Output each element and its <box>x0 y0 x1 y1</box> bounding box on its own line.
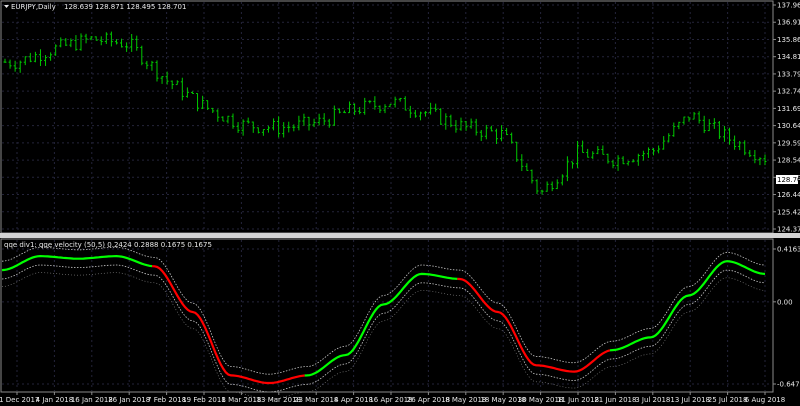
time-tick-label: 16 Jan 2018 <box>71 396 113 404</box>
price-tick-label: 137.960 <box>777 2 800 10</box>
time-tick-label: 7 Feb 2018 <box>147 396 186 404</box>
time-tick-label: 4 Apr 2018 <box>334 396 373 404</box>
current-price-tag: 128.701 <box>776 175 800 184</box>
time-tick-label: 3 Jul 2018 <box>635 396 670 404</box>
time-tick-label: 21 Dec 2017 <box>0 396 39 404</box>
time-tick-label: 19 Feb 2018 <box>182 396 226 404</box>
time-tick-label: 1 Mar 2018 <box>221 396 261 404</box>
trading-chart[interactable]: EURJPY,Daily 128.639 128.871 128.495 128… <box>0 0 800 406</box>
indicator-tick-label: -0.6475 <box>777 381 800 389</box>
time-tick-label: 21 Jun 2018 <box>594 396 636 404</box>
panel-separator[interactable] <box>0 233 800 238</box>
price-tick-label: 129.590 <box>777 139 800 147</box>
ohlc-values: 128.639 128.871 128.495 128.701 <box>64 3 186 11</box>
indicator-tick-label: 0.00 <box>777 298 793 306</box>
time-tick-label: 4 Jan 2018 <box>36 396 74 404</box>
price-tick-label: 128.540 <box>777 157 800 165</box>
price-tick-label: 132.740 <box>777 88 800 96</box>
price-tick-label: 125.420 <box>777 208 800 216</box>
time-tick-label: 23 Mar 2018 <box>294 396 338 404</box>
price-tick-label: 131.690 <box>777 105 800 113</box>
price-tick-label: 136.910 <box>777 19 800 27</box>
indicator-tick-label: 0.4163 <box>777 246 800 254</box>
time-tick-label: 13 Jul 2018 <box>670 396 710 404</box>
time-tick-label: 11 Jun 2018 <box>557 396 599 404</box>
price-tick-label: 134.810 <box>777 53 800 61</box>
time-tick-label: 26 Jan 2018 <box>108 396 150 404</box>
time-tick-label: 26 Apr 2018 <box>407 396 450 404</box>
current-price-label: 128.701 <box>777 176 800 184</box>
price-tick-label: 130.640 <box>777 122 800 130</box>
price-tick-label: 133.790 <box>777 70 800 78</box>
indicator-label: qqe div1: qqe velocity (50,5) 0.2424 0.2… <box>4 241 212 249</box>
price-tick-label: 126.440 <box>777 191 800 199</box>
price-tick-label: 135.860 <box>777 36 800 44</box>
time-tick-label: 25 Jul 2018 <box>708 396 748 404</box>
symbol-label: EURJPY,Daily <box>11 3 56 11</box>
price-tick-label: 124.370 <box>777 226 800 234</box>
time-tick-label: 6 Aug 2018 <box>745 396 785 404</box>
